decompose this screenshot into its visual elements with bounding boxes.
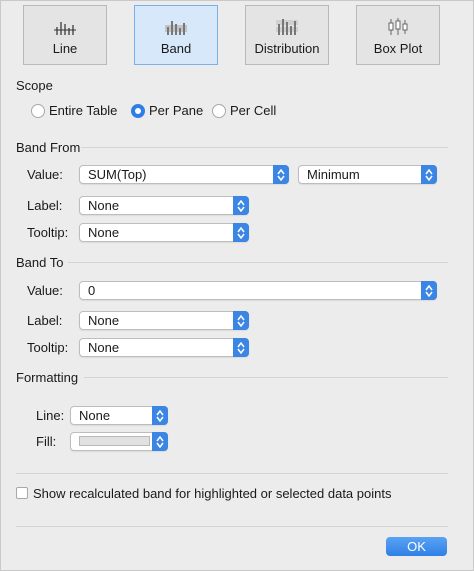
fill-color-swatch (79, 436, 150, 446)
tab-line[interactable]: Line (23, 5, 107, 65)
chevron-updown-icon (233, 196, 249, 215)
radio-on-icon (131, 103, 145, 118)
band-to-tooltip-value: None (88, 340, 120, 355)
scope-entire-table-label: Entire Table (49, 103, 118, 118)
band-from-value: SUM(Top) (88, 167, 147, 182)
band-from-label-value: None (88, 198, 120, 213)
chevron-updown-icon (421, 165, 437, 184)
chevron-updown-icon (233, 223, 249, 242)
band-from-label-select[interactable]: None (79, 196, 249, 215)
formatting-bottom-divider (16, 473, 448, 474)
chevron-updown-icon (421, 281, 437, 300)
band-from-tooltip-label: Tooltip: (27, 225, 69, 240)
band-reference-icon (165, 21, 187, 35)
chevron-updown-icon (233, 338, 249, 357)
chevron-updown-icon (152, 432, 168, 451)
tab-line-label: Line (52, 41, 78, 56)
tab-box-plot-label: Box Plot (373, 41, 423, 56)
band-from-aggregation-select[interactable]: Minimum (298, 165, 437, 184)
scope-entire-table-radio[interactable]: Entire Table (31, 103, 117, 118)
recalc-band-checkbox[interactable] (16, 487, 28, 499)
band-from-value-label: Value: (27, 167, 63, 182)
chevron-updown-icon (233, 311, 249, 330)
formatting-fill-select[interactable] (70, 432, 168, 451)
formatting-line-label: Line: (36, 408, 65, 423)
chevron-updown-icon (273, 165, 289, 184)
scope-per-pane-label: Per Pane (149, 103, 204, 118)
chevron-updown-icon (152, 406, 168, 425)
recalc-band-label: Show recalculated band for highlighted o… (33, 486, 392, 501)
band-to-value-select[interactable]: 0 (79, 281, 437, 300)
band-to-label-select[interactable]: None (79, 311, 249, 330)
band-to-tooltip-label: Tooltip: (27, 340, 69, 355)
band-to-divider (68, 262, 448, 263)
band-to-value: 0 (88, 283, 96, 298)
band-from-divider (81, 147, 448, 148)
band-to-title: Band To (16, 255, 64, 270)
footer-divider (16, 526, 448, 527)
formatting-title: Formatting (16, 370, 79, 385)
line-reference-icon (54, 22, 76, 35)
tab-band-label: Band (160, 41, 192, 56)
tab-distribution[interactable]: Distribution (245, 5, 329, 65)
scope-per-pane-radio[interactable]: Per Pane (131, 103, 203, 118)
band-to-label-label: Label: (27, 313, 63, 328)
band-to-value-label: Value: (27, 283, 63, 298)
band-to-tooltip-select[interactable]: None (79, 338, 249, 357)
band-from-tooltip-select[interactable]: None (79, 223, 249, 242)
band-from-value-select[interactable]: SUM(Top) (79, 165, 289, 184)
box-plot-icon (388, 18, 408, 35)
tab-distribution-label: Distribution (254, 41, 320, 56)
band-from-title: Band From (16, 140, 81, 155)
radio-off-icon (212, 103, 226, 118)
band-to-label-value: None (88, 313, 120, 328)
scope-per-cell-label: Per Cell (230, 103, 277, 118)
band-from-aggregation: Minimum (307, 167, 360, 182)
formatting-line-value: None (79, 408, 111, 423)
tab-box-plot[interactable]: Box Plot (356, 5, 440, 65)
scope-per-cell-radio[interactable]: Per Cell (212, 103, 276, 118)
tab-band[interactable]: Band (134, 5, 218, 65)
formatting-fill-label: Fill: (36, 434, 57, 449)
distribution-reference-icon (276, 19, 298, 35)
radio-off-icon (31, 103, 45, 118)
scope-title: Scope (16, 78, 53, 93)
band-from-label-label: Label: (27, 198, 63, 213)
formatting-divider (84, 377, 448, 378)
band-from-tooltip-value: None (88, 225, 120, 240)
ok-button[interactable]: OK (386, 537, 447, 556)
formatting-line-select[interactable]: None (70, 406, 168, 425)
